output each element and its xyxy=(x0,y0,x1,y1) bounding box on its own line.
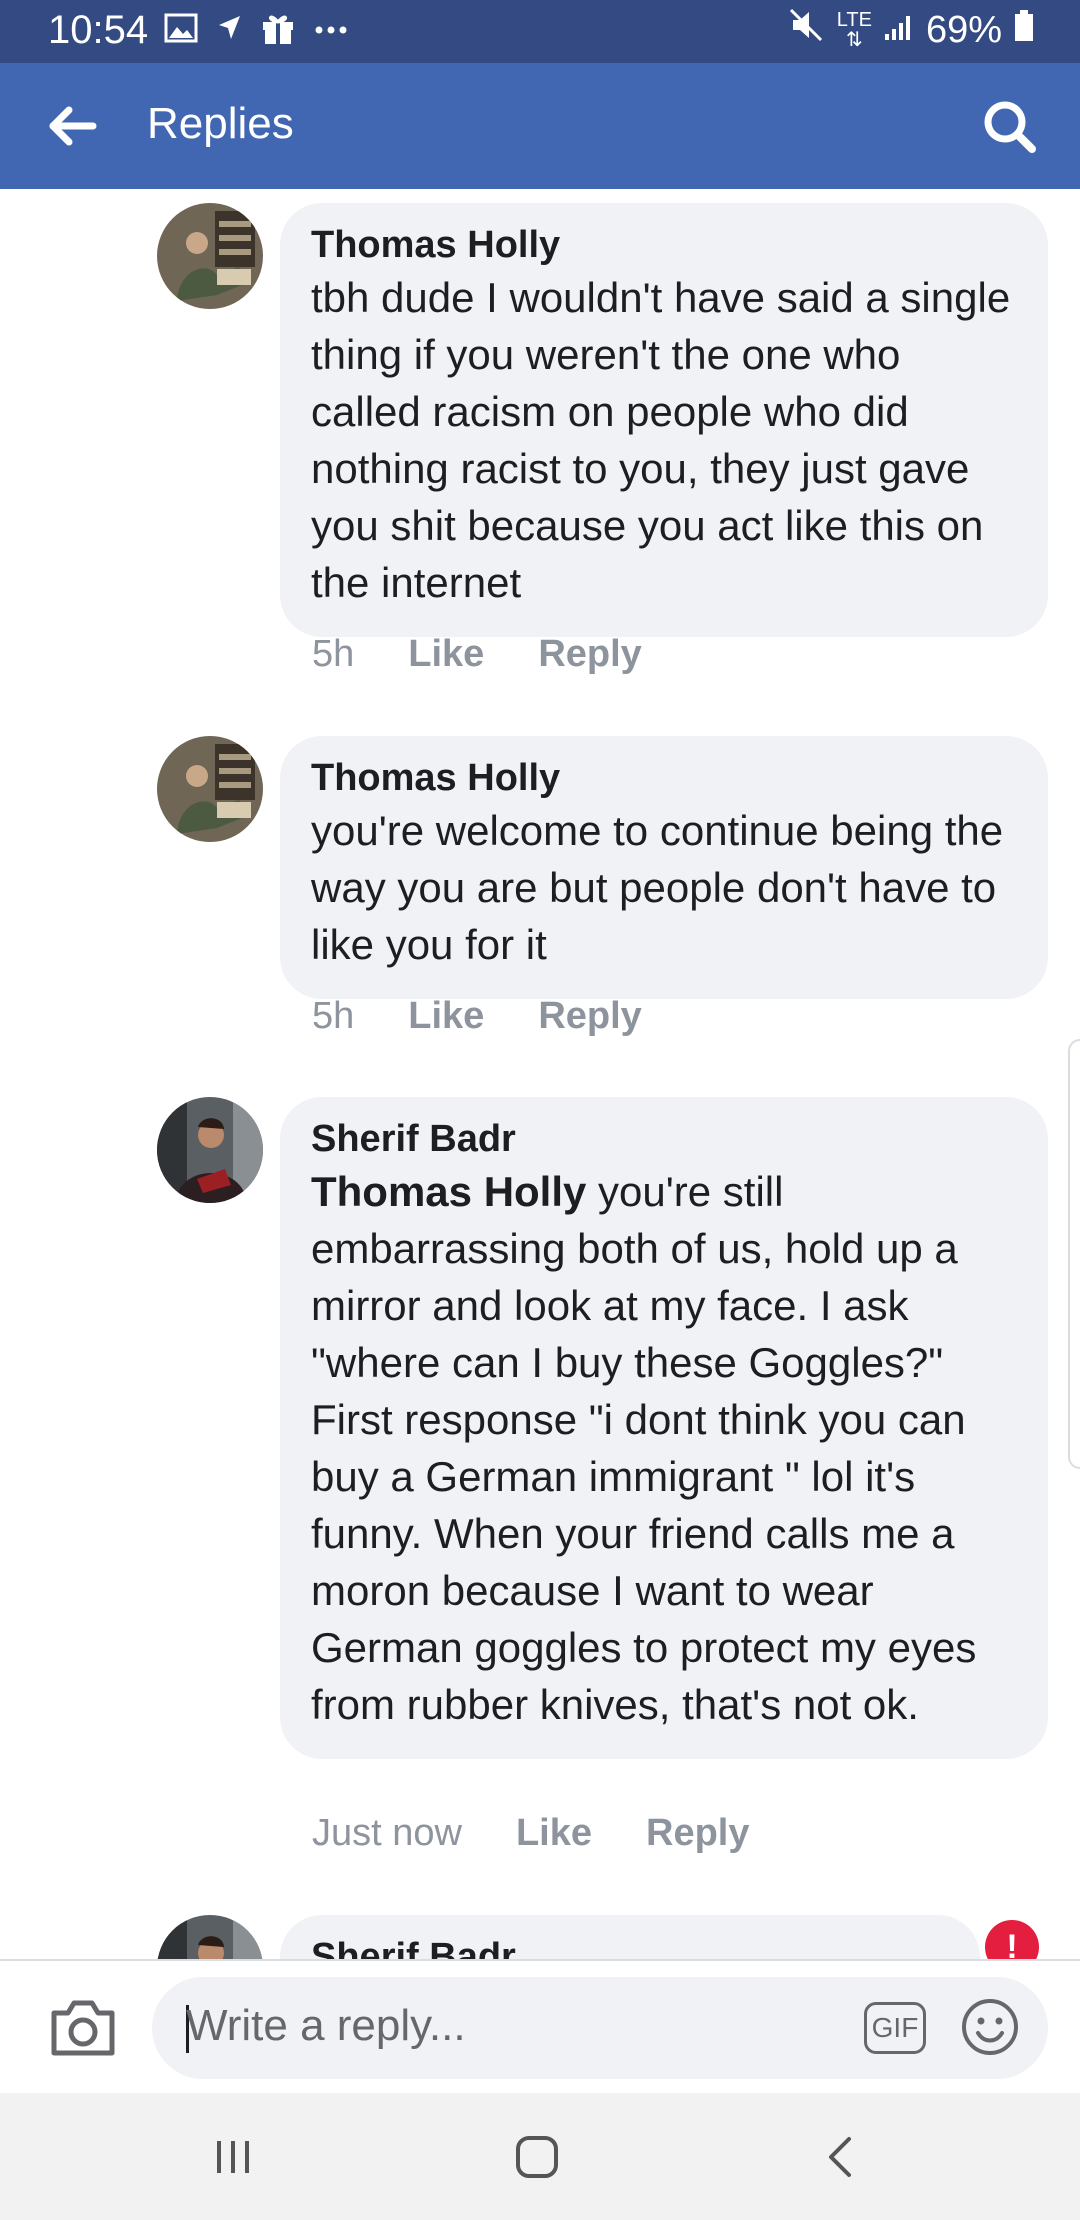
image-icon xyxy=(164,13,198,48)
emoji-button[interactable] xyxy=(960,1997,1020,2057)
comment-text: Thomas Holly you're still embarrassing b… xyxy=(311,1163,1018,1733)
reply-button[interactable]: Reply xyxy=(538,995,641,1038)
comment-bubble[interactable]: Sherif Badr xyxy=(280,1915,980,1959)
back-icon xyxy=(829,2137,851,2177)
comment-text-body: you're still embarrassing both of us, ho… xyxy=(311,1168,977,1728)
comment-thread[interactable]: Thomas Holly tbh dude I wouldn't have sa… xyxy=(0,189,1080,1959)
reply-input[interactable]: Write a reply... GIF xyxy=(152,1977,1048,2079)
comment-time: 5h xyxy=(312,995,355,1037)
emoji-icon xyxy=(962,1999,1018,2055)
data-arrows-icon: ⇅ xyxy=(845,29,863,51)
system-nav-bar xyxy=(0,2093,1080,2220)
recent-apps-button[interactable] xyxy=(198,2127,268,2187)
network-label: LTE xyxy=(836,9,872,31)
scroll-indicator[interactable] xyxy=(1068,1039,1080,1469)
status-notification-icons xyxy=(164,10,348,51)
avatar[interactable] xyxy=(157,1915,263,1959)
lte-icon: LTE ⇅ xyxy=(837,10,872,50)
comment-time: 5h xyxy=(312,633,355,675)
comment-author[interactable]: Sherif Badr xyxy=(311,1933,950,1959)
reply-button[interactable]: Reply xyxy=(646,1812,749,1855)
search-button[interactable] xyxy=(974,91,1044,161)
battery-icon xyxy=(1014,9,1034,52)
home-button[interactable] xyxy=(502,2127,572,2187)
mute-icon xyxy=(789,8,825,52)
status-system-icons: LTE ⇅ 69% xyxy=(789,8,1034,52)
mention-link[interactable]: Thomas Holly xyxy=(311,1168,586,1215)
arrow-left-icon xyxy=(49,106,97,146)
like-button[interactable]: Like xyxy=(408,995,484,1038)
status-bar: 10:54 LTE ⇅ 69% xyxy=(0,0,1080,63)
reply-input-placeholder: Write a reply... xyxy=(186,2001,466,2050)
page-title: Replies xyxy=(147,99,294,148)
avatar[interactable] xyxy=(157,203,263,309)
comment-bubble[interactable]: Thomas Holly tbh dude I wouldn't have sa… xyxy=(280,203,1048,637)
reply-button[interactable]: Reply xyxy=(538,633,641,676)
nav-back-button[interactable] xyxy=(806,2127,876,2187)
comment-actions: 5h Like Reply xyxy=(312,995,642,1038)
navigation-icon xyxy=(216,13,242,48)
avatar[interactable] xyxy=(157,736,263,842)
comment-actions: 5h Like Reply xyxy=(312,633,642,676)
comment-actions: Just now Like Reply xyxy=(312,1812,750,1855)
comment-text: tbh dude I wouldn't have said a single t… xyxy=(311,274,1011,606)
like-button[interactable]: Like xyxy=(408,633,484,676)
comment-text: you're welcome to continue being the way… xyxy=(311,807,1004,968)
app-bar: Replies xyxy=(0,63,1080,189)
avatar[interactable] xyxy=(157,1097,263,1203)
signal-icon xyxy=(884,9,914,52)
comment-bubble[interactable]: Thomas Holly you're welcome to continue … xyxy=(280,736,1048,999)
camera-icon xyxy=(51,2000,115,2056)
camera-button[interactable] xyxy=(48,1997,118,2059)
like-button[interactable]: Like xyxy=(516,1812,592,1855)
status-time: 10:54 xyxy=(48,8,149,52)
recent-apps-icon xyxy=(217,2141,249,2173)
comment-author[interactable]: Thomas Holly xyxy=(311,754,1018,802)
back-button[interactable] xyxy=(40,93,106,159)
comment-author[interactable]: Thomas Holly xyxy=(311,221,1018,269)
comment-author[interactable]: Sherif Badr xyxy=(311,1115,1018,1163)
gif-button[interactable]: GIF xyxy=(864,2002,926,2054)
reply-composer: Write a reply... GIF xyxy=(0,1959,1080,2093)
gift-icon xyxy=(260,10,296,51)
search-icon xyxy=(984,101,1036,153)
comment-time: Just now xyxy=(312,1812,462,1854)
home-icon xyxy=(516,2136,558,2178)
comment-bubble[interactable]: Sherif Badr Thomas Holly you're still em… xyxy=(280,1097,1048,1759)
more-icon xyxy=(314,22,348,40)
battery-percent: 69% xyxy=(925,8,1002,51)
